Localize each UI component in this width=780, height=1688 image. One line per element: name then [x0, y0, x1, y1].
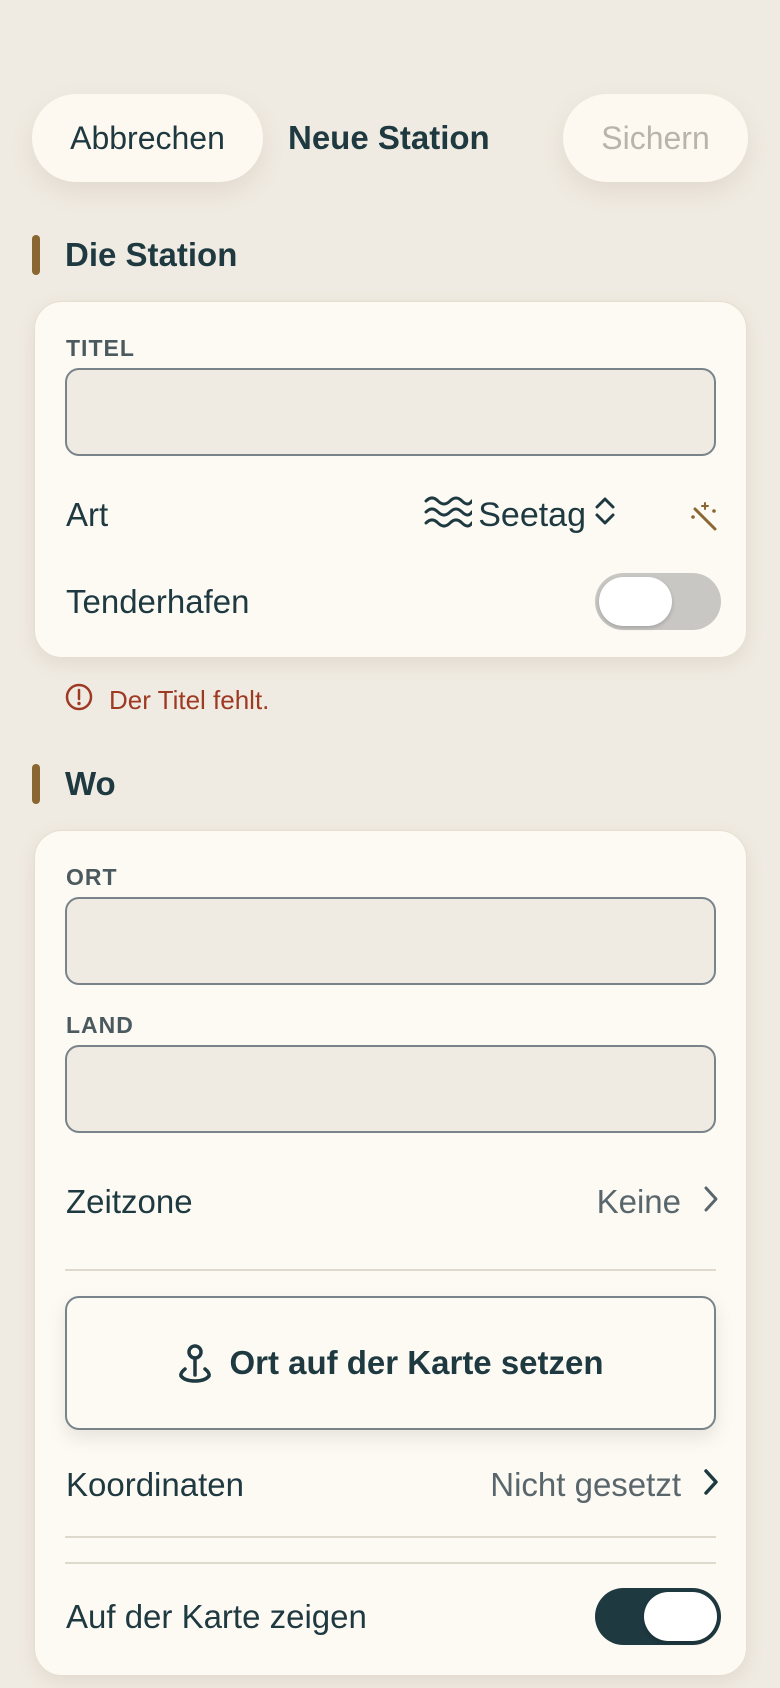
toggle-knob	[644, 1592, 717, 1641]
chevron-right-icon	[703, 1183, 719, 1221]
title-field-label: TITEL	[66, 335, 135, 361]
divider	[65, 1562, 716, 1564]
type-value: Seetag	[478, 495, 586, 534]
where-card: ORT LAND Zeitzone Keine Ort auf der Kart…	[34, 830, 747, 1676]
section-header-where: Wo	[32, 764, 116, 804]
place-input[interactable]	[65, 897, 716, 985]
save-button[interactable]: Sichern	[563, 94, 748, 182]
magic-wand-icon[interactable]	[689, 501, 719, 531]
section-header-station: Die Station	[32, 235, 237, 275]
waves-icon	[424, 493, 474, 537]
title-input[interactable]	[65, 368, 716, 456]
page-title: Neue Station	[288, 119, 490, 156]
country-field-label: LAND	[66, 1012, 134, 1038]
section-accent-bar	[32, 764, 40, 804]
coordinates-row[interactable]: Koordinaten Nicht gesetzt	[66, 1455, 719, 1515]
place-field-label: ORT	[66, 864, 118, 890]
set-location-on-map-label: Ort auf der Karte setzen	[229, 1344, 604, 1381]
section-title-where: Wo	[65, 765, 116, 802]
chevron-right-icon	[703, 1466, 719, 1504]
toggle-knob	[599, 577, 672, 626]
chevron-up-down-icon	[594, 496, 616, 534]
top-bar: Abbrechen Neue Station Sichern	[32, 94, 748, 182]
timezone-row[interactable]: Zeitzone Keine	[66, 1172, 719, 1232]
validation-error-text: Der Titel fehlt.	[109, 684, 270, 715]
type-label: Art	[66, 496, 109, 533]
show-on-map-toggle[interactable]	[595, 1588, 721, 1645]
tender-toggle[interactable]	[595, 573, 721, 630]
country-input[interactable]	[65, 1045, 716, 1133]
type-row: Art Seetag	[66, 485, 719, 545]
type-picker[interactable]: Seetag	[424, 485, 616, 545]
cancel-button[interactable]: Abbrechen	[32, 94, 263, 182]
section-title-station: Die Station	[65, 236, 238, 273]
exclamation-circle-icon	[65, 683, 109, 718]
station-card: TITEL Art Seetag Tenderhafen	[34, 301, 747, 658]
validation-error: Der Titel fehlt.	[65, 683, 269, 717]
coordinates-value: Nicht gesetzt	[490, 1466, 681, 1503]
section-accent-bar	[32, 235, 40, 275]
divider	[65, 1269, 716, 1271]
timezone-label: Zeitzone	[66, 1183, 193, 1220]
timezone-value: Keine	[596, 1183, 681, 1220]
coordinates-label: Koordinaten	[66, 1466, 244, 1503]
map-pin-icon	[179, 1344, 212, 1383]
divider	[65, 1536, 716, 1538]
new-station-screen: Abbrechen Neue Station Sichern Die Stati…	[0, 0, 780, 1688]
set-location-on-map-button[interactable]: Ort auf der Karte setzen	[65, 1296, 716, 1430]
